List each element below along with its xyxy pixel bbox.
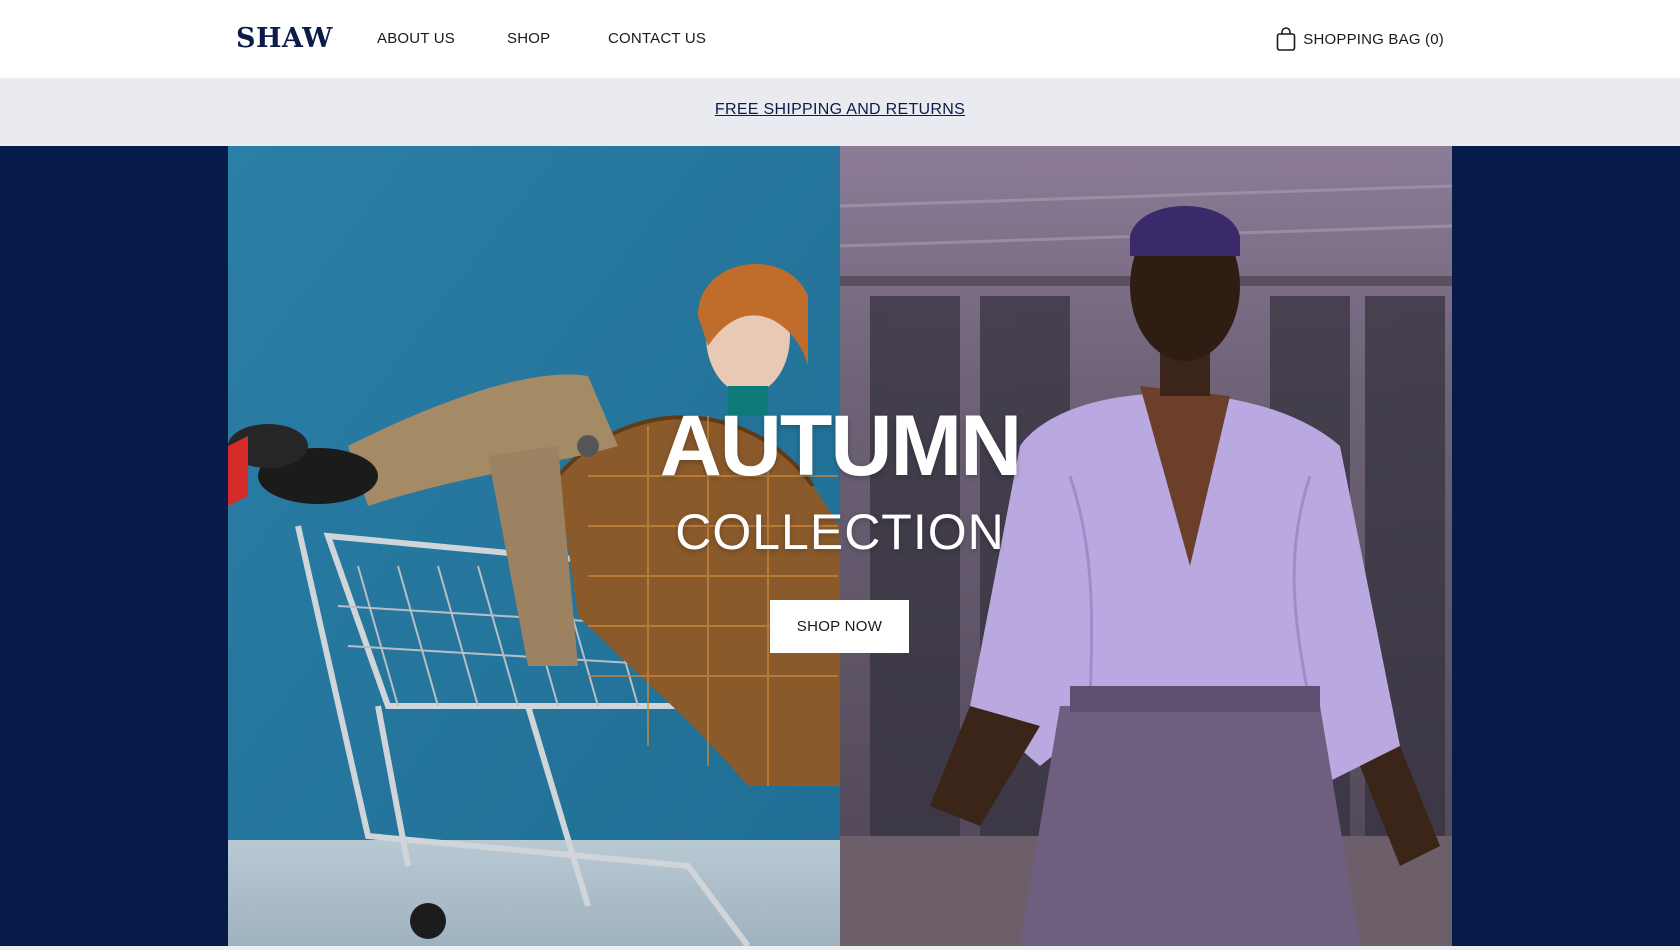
free-shipping-link[interactable]: FREE SHIPPING AND RETURNS: [715, 101, 965, 119]
announcement-bar: FREE SHIPPING AND RETURNS: [0, 78, 1680, 146]
shopping-bag-label: SHOPPING BAG (0): [1303, 30, 1444, 48]
hero-banner: AUTUMN COLLECTION SHOP NOW: [0, 146, 1680, 946]
shopping-bag-icon: [1276, 27, 1296, 51]
site-header: SHAW ABOUT US SHOP CONTACT US SHOPPING B…: [0, 0, 1680, 78]
nav-link-shop[interactable]: SHOP: [507, 30, 550, 48]
hero-title: AUTUMN: [659, 398, 1023, 494]
nav-link-about-us[interactable]: ABOUT US: [377, 30, 455, 48]
page-bottom-divider: [0, 946, 1680, 950]
shop-now-button[interactable]: SHOP NOW: [770, 600, 909, 653]
nav-link-contact-us[interactable]: CONTACT US: [608, 30, 706, 48]
shopping-bag-button[interactable]: SHOPPING BAG (0): [1275, 26, 1444, 52]
hero-subtitle: COLLECTION: [675, 504, 1005, 560]
brand-logo[interactable]: SHAW: [236, 22, 333, 56]
